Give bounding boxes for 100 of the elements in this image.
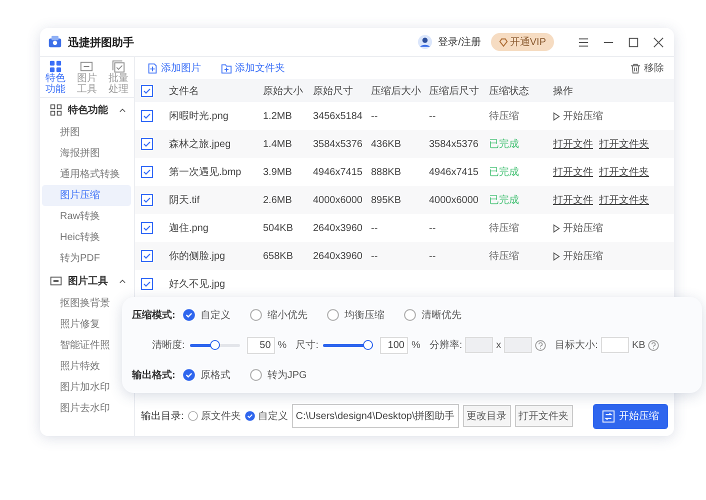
radio-button[interactable] bbox=[404, 309, 416, 321]
status-text: 待压缩 bbox=[489, 250, 519, 263]
play-icon bbox=[553, 112, 560, 120]
help-icon[interactable] bbox=[648, 340, 660, 350]
table-cell: 3.9MB bbox=[263, 166, 292, 178]
radio-button[interactable] bbox=[250, 309, 262, 321]
sidebar-item[interactable]: Heic转换 bbox=[42, 227, 104, 248]
clarity-slider[interactable] bbox=[190, 340, 240, 350]
radio-button[interactable] bbox=[327, 309, 340, 321]
play-icon bbox=[553, 224, 560, 232]
radio-label: 缩小优先 bbox=[267, 308, 308, 322]
sidebar-item[interactable]: 图片去水印 bbox=[42, 398, 114, 419]
table-cell: 658KB bbox=[263, 250, 294, 262]
radio-label: 清晰优先 bbox=[421, 308, 462, 322]
output-dir-label: 输出目录: bbox=[141, 410, 184, 423]
remove-button[interactable]: 移除 bbox=[630, 61, 664, 75]
open-link[interactable]: 打开文件夹 bbox=[599, 165, 649, 179]
sidebar-item[interactable]: 拼图 bbox=[42, 122, 84, 143]
sidebar-item[interactable]: 通用格式转换 bbox=[42, 164, 124, 185]
sidebar-tab[interactable]: 特色功能 bbox=[42, 60, 69, 95]
open-link[interactable]: 打开文件夹 bbox=[599, 137, 649, 151]
add-folder-icon bbox=[221, 62, 232, 74]
row-checkbox[interactable] bbox=[141, 138, 153, 150]
sidebar-item[interactable]: 智能证件照 bbox=[42, 335, 114, 356]
frame-icon bbox=[80, 60, 94, 73]
select-all-checkbox[interactable] bbox=[141, 84, 153, 96]
radio-button[interactable] bbox=[183, 369, 196, 381]
grid-icon bbox=[49, 60, 62, 73]
add-file-icon bbox=[147, 62, 158, 74]
vip-button[interactable]: 开通VIP bbox=[490, 33, 554, 51]
maximize-icon[interactable] bbox=[628, 36, 639, 48]
caret-icon bbox=[119, 106, 126, 114]
setting-label: 清晰度: bbox=[152, 338, 185, 352]
checkbox-stack-icon bbox=[112, 60, 125, 73]
start-compress-button[interactable]: 开始压缩 bbox=[553, 109, 603, 123]
sidebar-group-header[interactable]: 特色功能 bbox=[40, 98, 134, 122]
target-size-field[interactable] bbox=[600, 337, 629, 353]
change-dir-button[interactable]: 更改目录 bbox=[462, 405, 511, 427]
sidebar-tab[interactable]: 批量处理 bbox=[105, 60, 132, 95]
menu-icon[interactable] bbox=[578, 36, 589, 48]
table-cell-text: 你的侧脸.jpg bbox=[169, 250, 226, 263]
open-link[interactable]: 打开文件 bbox=[553, 193, 593, 207]
value-field[interactable]: 100 bbox=[380, 336, 408, 354]
separator-text: x bbox=[496, 340, 502, 350]
close-icon[interactable] bbox=[653, 36, 664, 48]
status-text: 已完成 bbox=[489, 166, 519, 179]
sidebar-item[interactable]: 图片加水印 bbox=[42, 377, 114, 398]
table-cell-text: 阴天.tif bbox=[169, 194, 200, 207]
table-cell: 2640x3960 bbox=[313, 250, 362, 262]
table-cell: -- bbox=[371, 222, 378, 234]
row-checkbox[interactable] bbox=[141, 278, 153, 290]
login-link[interactable]: 登录/注册 bbox=[438, 35, 481, 49]
start-compress-button[interactable]: 开始压缩 bbox=[553, 249, 603, 263]
table-cell: 4946x7415 bbox=[429, 166, 478, 178]
add-folder-button[interactable]: 添加文件夹 bbox=[221, 61, 285, 75]
table-cell-text: 好久不见.jpg bbox=[169, 278, 226, 291]
sidebar-item[interactable]: 照片特效 bbox=[42, 356, 104, 377]
table-cell: 888KB bbox=[371, 166, 402, 178]
status-text: 已完成 bbox=[489, 194, 519, 207]
open-link[interactable]: 打开文件夹 bbox=[599, 193, 649, 207]
sidebar-item[interactable]: 抠图换背景 bbox=[42, 293, 114, 314]
row-checkbox[interactable] bbox=[141, 194, 153, 206]
sidebar-item[interactable]: 图片压缩 bbox=[42, 185, 131, 206]
help-icon[interactable] bbox=[535, 340, 546, 350]
setting-label: 尺寸: bbox=[296, 338, 318, 352]
row-checkbox[interactable] bbox=[141, 222, 153, 234]
radio-button[interactable] bbox=[250, 369, 262, 381]
sidebar-item[interactable]: 海报拼图 bbox=[42, 143, 104, 164]
add-image-button[interactable]: 添加图片 bbox=[147, 61, 201, 75]
avatar-icon bbox=[418, 35, 432, 49]
row-checkbox[interactable] bbox=[141, 250, 153, 262]
slider-thumb[interactable] bbox=[363, 340, 374, 350]
start-compress-button[interactable]: 开始压缩 bbox=[593, 404, 668, 428]
radio-label: 均衡压缩 bbox=[344, 308, 384, 322]
size-slider[interactable] bbox=[323, 340, 374, 350]
sidebar-item[interactable]: Raw转换 bbox=[42, 206, 104, 227]
start-compress-button[interactable]: 开始压缩 bbox=[553, 221, 603, 235]
trash-icon bbox=[630, 62, 641, 74]
sidebar-item[interactable]: 转为PDF bbox=[42, 248, 104, 269]
radio-button[interactable] bbox=[244, 411, 255, 421]
radio-label: 转为JPG bbox=[267, 368, 307, 382]
output-path-field[interactable]: C:\Users\design4\Desktop\拼图助手 bbox=[292, 404, 459, 428]
open-link[interactable]: 打开文件 bbox=[553, 165, 593, 179]
table-cell: 3584x5376 bbox=[429, 138, 478, 150]
sidebar-tab[interactable]: 图片工具 bbox=[74, 60, 100, 95]
value-field[interactable]: 50 bbox=[246, 336, 275, 354]
open-folder-button[interactable]: 打开文件夹 bbox=[514, 405, 573, 427]
open-link[interactable]: 打开文件 bbox=[553, 137, 593, 151]
column-header: 操作 bbox=[553, 84, 573, 98]
table-cell: -- bbox=[371, 110, 378, 122]
status-text: 待压缩 bbox=[489, 110, 519, 123]
radio-button[interactable] bbox=[188, 411, 198, 421]
sidebar-group-header[interactable]: 图片工具 bbox=[40, 269, 134, 293]
column-header: 文件名 bbox=[169, 84, 199, 98]
row-checkbox[interactable] bbox=[141, 166, 153, 178]
slider-thumb[interactable] bbox=[210, 340, 220, 350]
row-checkbox[interactable] bbox=[141, 110, 153, 122]
radio-button[interactable] bbox=[183, 309, 196, 321]
unit-text: % bbox=[411, 340, 420, 350]
sidebar-item[interactable]: 照片修复 bbox=[42, 314, 104, 335]
